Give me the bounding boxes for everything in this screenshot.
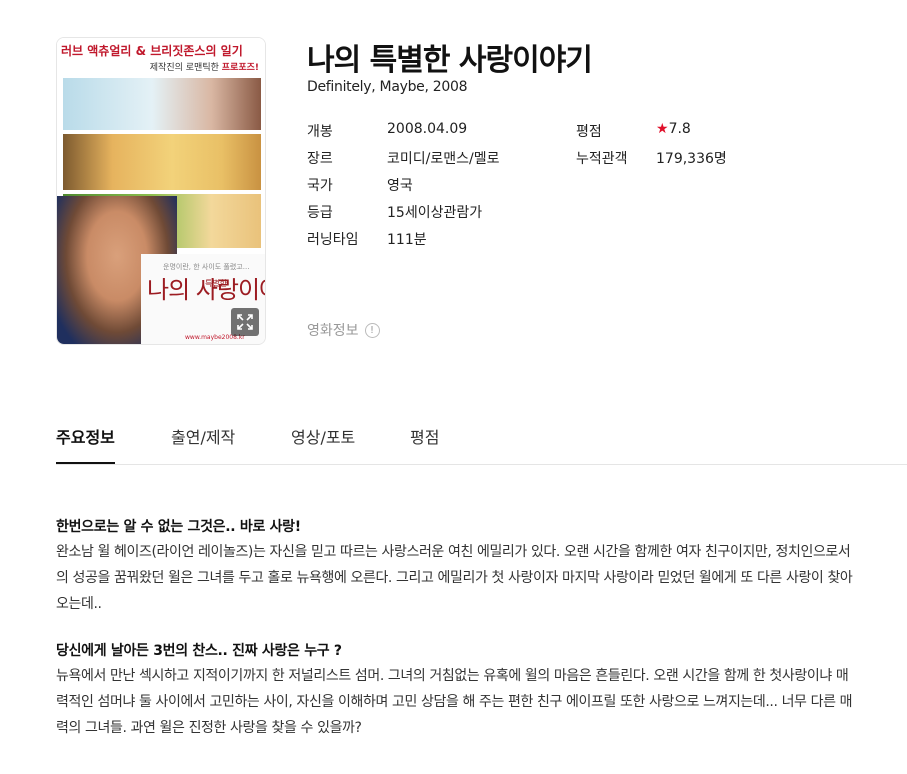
synopsis-body: 완소남 윌 헤이즈(라이언 레이놀즈)는 자신을 믿고 따르는 사랑스러운 여친… [56, 544, 853, 612]
tab-main-info[interactable]: 주요정보 [56, 424, 115, 464]
tab-cast-crew[interactable]: 출연/제작 [171, 424, 235, 462]
release-label: 개봉 [307, 124, 333, 140]
synopsis-block: 한번으로는 알 수 없는 그것은.. 바로 사랑! 완소남 윌 헤이즈(라이언 … [56, 515, 856, 617]
synopsis-heading: 한번으로는 알 수 없는 그것은.. 바로 사랑! [56, 519, 301, 535]
synopsis: 한번으로는 알 수 없는 그것은.. 바로 사랑! 완소남 윌 헤이즈(라이언 … [56, 515, 856, 763]
country-label: 국가 [307, 178, 333, 194]
genre-label: 장르 [307, 151, 333, 167]
tab-bar: 주요정보 출연/제작 영상/포토 평점 [56, 420, 907, 465]
info-icon[interactable]: ! [364, 322, 380, 338]
movie-title: 나의 특별한 사랑이야기 [307, 43, 593, 78]
expand-icon[interactable] [231, 308, 259, 336]
synopsis-heading: 당신에게 날아든 3번의 찬스.. 진짜 사랑은 누구 ? [56, 643, 342, 659]
movie-subtitle: Definitely, Maybe, 2008 [307, 79, 468, 95]
poster-panel-woman-1 [63, 134, 261, 190]
audience-value: 179,336명 [656, 151, 727, 167]
movie-info-link[interactable]: 영화정보 ! [307, 320, 380, 340]
runtime-label: 러닝타임 [307, 232, 359, 248]
synopsis-body: 뉴욕에서 만난 섹시하고 지적이기까지 한 저널리스트 섬머. 그녀의 거침없는… [56, 668, 853, 736]
poster-logo-small: 운명이란, 한 사이도 풀렸고... [163, 263, 250, 271]
tab-reviews[interactable]: 평점 [410, 424, 439, 462]
audience-label: 누적관객 [576, 151, 628, 167]
poster-logo-sub: 특별한 [205, 279, 228, 288]
genre-value: 코미디/로맨스/멜로 [387, 151, 500, 167]
synopsis-block: 당신에게 날아든 3번의 찬스.. 진짜 사랑은 누구 ? 뉴욕에서 만난 섹시… [56, 639, 856, 741]
score-number: 7.8 [668, 121, 691, 137]
score-value: ★7.8 [656, 121, 691, 137]
movie-info-label: 영화정보 [307, 323, 359, 339]
runtime-value: 111분 [387, 232, 427, 248]
country-value: 영국 [387, 178, 413, 194]
movie-poster[interactable]: 러브 액츄얼리 & 브리짓존스의 일기 제작진의 로맨틱한 프로포즈! 운명이란… [56, 37, 266, 345]
score-label: 평점 [576, 124, 602, 140]
star-icon: ★ [656, 121, 669, 137]
expand-icon-graphic [237, 314, 253, 330]
poster-tagline: 러브 액츄얼리 & 브리짓존스의 일기 [61, 44, 243, 58]
poster-panel-city [63, 78, 261, 130]
poster-tagline-sub: 제작진의 로맨틱한 프로포즈! [149, 63, 259, 73]
tab-video-photo[interactable]: 영상/포토 [291, 424, 355, 462]
rating-grade-label: 등급 [307, 205, 333, 221]
release-value: 2008.04.09 [387, 121, 468, 137]
rating-grade-value: 15세이상관람가 [387, 205, 483, 221]
